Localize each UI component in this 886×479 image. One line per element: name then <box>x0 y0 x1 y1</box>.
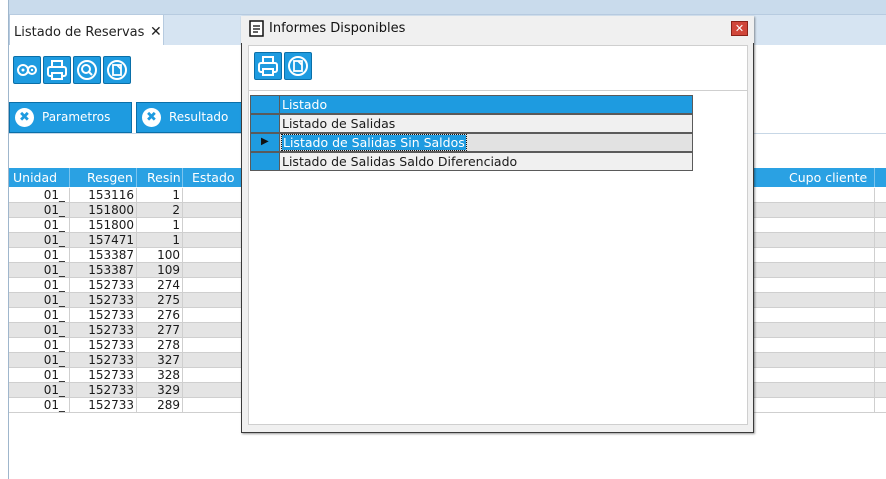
table-cell-resgen: 152733 <box>88 383 134 397</box>
column-header-resgen[interactable]: Resgen <box>87 168 133 187</box>
table-cell-resgen: 152733 <box>88 368 134 382</box>
column-header-estado[interactable]: Estado <box>192 168 235 187</box>
tab-parametros-label: Parametros <box>42 110 111 124</box>
table-cell-resin: 2 <box>172 203 180 217</box>
table-cell-resgen: 151800 <box>88 203 134 217</box>
grid-column-line <box>874 188 875 413</box>
table-cell-resin: 329 <box>157 383 180 397</box>
close-icon[interactable]: ✕ <box>731 21 748 36</box>
table-cell-resin: 1 <box>172 218 180 232</box>
report-icon <box>249 20 264 37</box>
table-cell-resin: 277 <box>157 323 180 337</box>
dialog-print-button[interactable] <box>254 52 282 80</box>
table-cell-unidad: 01_ <box>43 293 65 307</box>
export-icon <box>288 56 308 76</box>
settings-icon <box>17 64 37 76</box>
table-cell-resin: 278 <box>157 338 180 352</box>
grid-column-line <box>136 188 137 413</box>
table-cell-resgen: 151800 <box>88 218 134 232</box>
tab-label: Listado de Reservas <box>14 25 145 40</box>
close-circle-icon[interactable]: ✖ <box>142 108 161 127</box>
table-cell-unidad: 01_ <box>43 203 65 217</box>
table-cell-unidad: 01_ <box>43 248 65 262</box>
table-cell-resgen: 152733 <box>88 398 134 412</box>
table-cell-estado: S <box>184 383 248 398</box>
search-icon <box>77 60 97 80</box>
table-cell-resin: 100 <box>157 248 180 262</box>
tab-resultado-label: Resultado <box>169 110 229 124</box>
table-cell-unidad: 01_ <box>43 308 65 322</box>
table-cell-resin: 274 <box>157 278 180 292</box>
table-cell-unidad: 01_ <box>43 218 65 232</box>
row-indicator[interactable] <box>250 114 280 133</box>
report-item-listado-salidas-sin-saldos[interactable]: Listado de Salidas Sin Saldos <box>280 133 693 152</box>
tab-resultado[interactable]: ✖ Resultado <box>136 102 246 133</box>
grid-column-line <box>69 188 70 413</box>
table-cell-resgen: 157471 <box>88 233 134 247</box>
table-cell-resgen: 152733 <box>88 323 134 337</box>
table-cell-unidad: 01_ <box>43 398 65 412</box>
table-cell-resgen: 153387 <box>88 248 134 262</box>
tab-close-icon[interactable]: ✕ <box>150 24 162 40</box>
table-cell-resgen: 152733 <box>88 353 134 367</box>
table-cell-unidad: 01_ <box>43 353 65 367</box>
print-icon <box>47 60 67 80</box>
report-item-listado[interactable]: Listado <box>280 95 693 114</box>
table-cell-unidad: 01_ <box>43 278 65 292</box>
column-separator <box>136 168 137 187</box>
grid-column-line <box>182 188 183 413</box>
table-cell-resin: 327 <box>157 353 180 367</box>
export-button[interactable] <box>103 56 131 84</box>
table-cell-resin: 1 <box>172 233 180 247</box>
table-cell-unidad: 01_ <box>43 263 65 277</box>
table-cell-unidad: 01_ <box>43 368 65 382</box>
table-cell-resin: 109 <box>157 263 180 277</box>
table-cell-unidad: 01_ <box>43 338 65 352</box>
report-item-saldo-diferenciado[interactable]: Listado de Salidas Saldo Diferenciado <box>280 152 693 171</box>
column-separator <box>69 168 70 187</box>
table-cell-unidad: 01_ <box>43 323 65 337</box>
table-cell-resgen: 153387 <box>88 263 134 277</box>
table-cell-resgen: 152733 <box>88 293 134 307</box>
report-item-listado-salidas[interactable]: Listado de Salidas <box>280 114 693 133</box>
dialog-title: Informes Disponibles <box>269 21 406 36</box>
close-circle-icon[interactable]: ✖ <box>15 108 34 127</box>
table-cell-resgen: 153116 <box>88 188 134 202</box>
row-indicator-current[interactable]: ▶ <box>250 133 280 152</box>
table-cell-estado: S <box>184 398 248 413</box>
table-cell-resgen: 152733 <box>88 278 134 292</box>
table-cell-resin: 289 <box>157 398 180 412</box>
current-row-arrow-icon: ▶ <box>261 136 269 147</box>
tab-parametros[interactable]: ✖ Parametros <box>9 102 132 133</box>
report-item-selected-text: Listado de Salidas Sin Saldos <box>281 134 467 151</box>
table-cell-resin: 276 <box>157 308 180 322</box>
table-cell-resgen: 152733 <box>88 338 134 352</box>
row-indicator[interactable] <box>250 95 280 114</box>
table-cell-resin: 1 <box>172 188 180 202</box>
dialog-toolbar <box>248 45 748 91</box>
column-header-unidad[interactable]: Unidad <box>13 168 57 187</box>
print-button[interactable] <box>43 56 71 84</box>
column-separator <box>874 168 875 187</box>
settings-button[interactable] <box>13 56 41 84</box>
export-icon <box>107 60 127 80</box>
column-separator <box>182 168 183 187</box>
tab-strip-top <box>9 0 886 15</box>
row-indicator[interactable] <box>250 152 280 171</box>
print-icon <box>258 56 278 76</box>
dialog-export-button[interactable] <box>284 52 312 80</box>
table-cell-resin: 328 <box>157 368 180 382</box>
column-header-resin[interactable]: Resin <box>147 168 181 187</box>
table-cell-unidad: 01_ <box>43 188 65 202</box>
table-cell-resin: 275 <box>157 293 180 307</box>
table-cell-unidad: 01_ <box>43 233 65 247</box>
table-cell-resgen: 152733 <box>88 308 134 322</box>
table-cell-unidad: 01_ <box>43 383 65 397</box>
search-button[interactable] <box>73 56 101 84</box>
column-header-cupo-cliente[interactable]: Cupo cliente <box>789 168 867 187</box>
